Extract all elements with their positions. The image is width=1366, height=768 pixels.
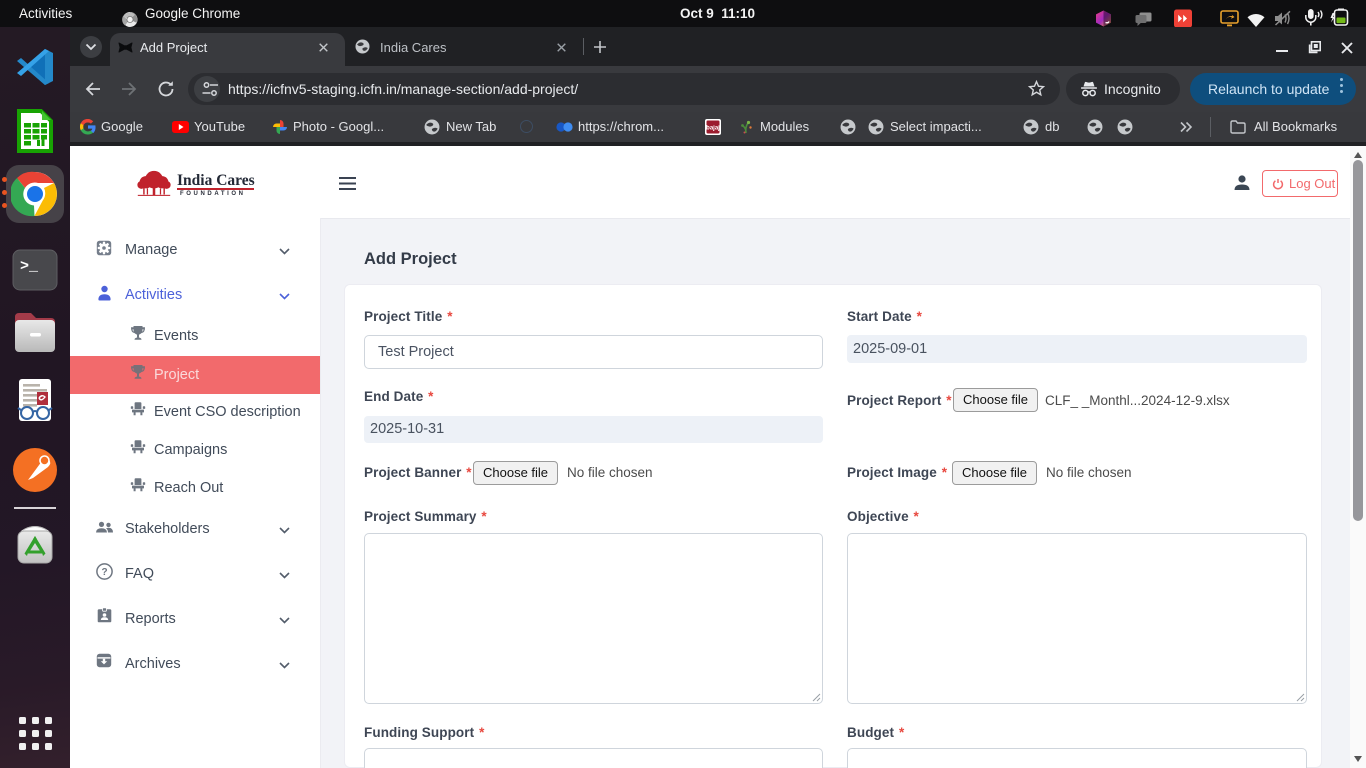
svg-text:bajaj: bajaj: [706, 126, 720, 132]
svg-text:>_: >_: [20, 258, 39, 275]
